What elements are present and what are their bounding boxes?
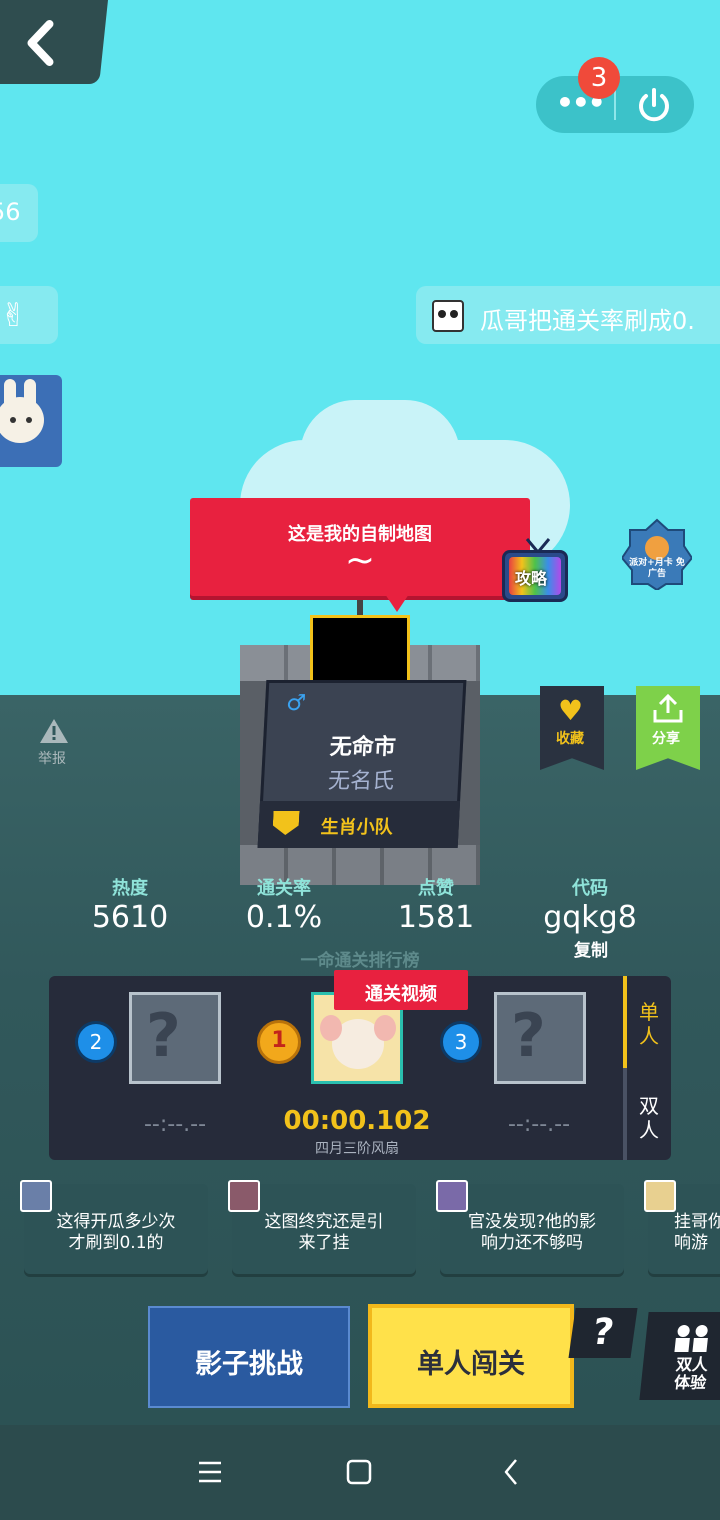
author-name: 无命市: [329, 735, 397, 760]
menu-lines-icon: [199, 1461, 221, 1483]
news-ticker[interactable]: 瓜哥把通关率刷成0.: [416, 286, 720, 344]
rank1-player-name: 四月三阶风扇: [315, 1141, 399, 1157]
male-icon: ♂: [285, 691, 307, 716]
leaderboard-title: 一命通关排行榜: [300, 951, 420, 971]
ticker-text: 瓜哥把通关率刷成0.: [480, 307, 695, 335]
peace-hand-icon: ✌: [0, 296, 27, 334]
share-icon: [653, 694, 683, 723]
author-subtitle: 无名氏: [327, 769, 395, 794]
back-arrow-icon: [504, 1459, 517, 1485]
rank3-time: --:--.--: [507, 1112, 571, 1137]
rank2-avatar[interactable]: ?: [129, 992, 221, 1084]
promo-badge[interactable]: 派对+月卡 免广告: [622, 518, 692, 590]
shadow-challenge-label: 影子挑战: [195, 1349, 303, 1380]
left-chip-peace[interactable]: ✌: [0, 286, 58, 344]
comment-bubble[interactable]: 这得开瓜多少次 才刷到0.1的: [20, 1180, 208, 1274]
share-label: 分享: [652, 731, 680, 747]
team-row[interactable]: 生肖小队: [257, 801, 461, 848]
stat-code-value: gqkg8: [543, 900, 637, 935]
back-button[interactable]: [0, 0, 109, 84]
shadow-challenge-button[interactable]: 影子挑战: [148, 1306, 350, 1408]
comment-bubble[interactable]: 挂哥你 响游: [644, 1180, 720, 1274]
question-icon: ?: [589, 1312, 617, 1353]
unknown-player-icon: ?: [511, 1001, 546, 1071]
duo-experience-label: 双人 体验: [673, 1355, 710, 1392]
panda-avatar-icon: [432, 300, 464, 332]
report-button[interactable]: 举报: [34, 718, 74, 770]
chevron-left-icon: [27, 20, 54, 66]
clear-video-label: 通关视频: [365, 984, 437, 1005]
heart-icon: ♥: [558, 694, 584, 727]
two-people-icon: [674, 1325, 708, 1352]
recent-apps-button[interactable]: [196, 1459, 226, 1485]
rank2-time: --:--.--: [143, 1112, 207, 1137]
comment-bubble[interactable]: 这图终究还是引 来了挂: [228, 1180, 416, 1274]
left-chip-count[interactable]: 56: [0, 184, 38, 242]
power-icon: [639, 88, 669, 122]
comment-bubble[interactable]: 官没发现?他的影 响力还不够吗: [436, 1180, 624, 1274]
home-button[interactable]: [344, 1457, 374, 1487]
guide-label: 攻略: [515, 569, 548, 588]
rank3-badge: 3: [440, 1021, 482, 1063]
chip-count-text: 56: [0, 198, 21, 226]
team-name: 生肖小队: [320, 817, 394, 838]
team-emblem-icon: [272, 811, 299, 835]
stat-clear-rate-label: 通关率: [257, 878, 311, 899]
tab-double[interactable]: 双 人: [629, 1094, 669, 1142]
power-button[interactable]: [616, 76, 694, 133]
stat-likes-label: 点赞: [418, 878, 454, 899]
map-tilde: ~: [344, 540, 376, 581]
stat-likes-value: 1581: [397, 900, 475, 935]
unknown-player-icon: ?: [146, 1001, 181, 1071]
home-square-icon: [346, 1459, 372, 1485]
notification-badge: 3: [578, 57, 620, 99]
author-card[interactable]: ♂ 无命市 无名氏 生肖小队: [257, 680, 467, 848]
clear-video-button[interactable]: 通关视频: [334, 970, 468, 1010]
rank1-medal-icon: 1: [257, 1020, 301, 1064]
map-banner: 这是我的自制地图 ~: [190, 498, 530, 596]
single-play-button[interactable]: 单人闯关: [368, 1304, 574, 1408]
rank3-avatar[interactable]: ?: [494, 992, 586, 1084]
share-button[interactable]: 分享: [636, 686, 700, 770]
favorite-button[interactable]: ♥ 收藏: [540, 686, 604, 770]
stat-heat-label: 热度: [112, 878, 148, 899]
favorite-label: 收藏: [556, 731, 584, 747]
tv-antenna-icon: [525, 538, 551, 552]
cloud: [300, 400, 460, 510]
single-play-label: 单人闯关: [417, 1349, 525, 1380]
system-back-button[interactable]: [498, 1457, 528, 1487]
system-nav-bar: [0, 1425, 720, 1520]
rank1-time: 00:00.102: [283, 1106, 431, 1136]
banner-tail: [385, 594, 409, 612]
help-button[interactable]: ?: [568, 1308, 638, 1358]
comment-avatar: [20, 1180, 52, 1212]
comment-avatar: [644, 1180, 676, 1212]
rank1-number: 1: [271, 1028, 287, 1053]
duo-experience-button[interactable]: 双人 体验: [639, 1312, 720, 1400]
warning-icon: [40, 719, 68, 743]
left-avatar-bunny[interactable]: [0, 375, 62, 467]
report-label: 举报: [38, 751, 66, 767]
tab-single-indicator: [623, 976, 627, 1068]
tab-single[interactable]: 单 人: [629, 1000, 669, 1048]
stat-code-label: 代码: [572, 878, 608, 899]
stat-clear-rate-value: 0.1%: [245, 900, 323, 935]
guide-tv-button[interactable]: 攻略: [502, 538, 568, 602]
comment-avatar: [436, 1180, 468, 1212]
stat-heat-value: 5610: [91, 900, 169, 935]
promo-text: 派对+月卡 免广告: [629, 558, 685, 579]
comment-avatar: [228, 1180, 260, 1212]
rank2-badge: 2: [75, 1021, 117, 1063]
